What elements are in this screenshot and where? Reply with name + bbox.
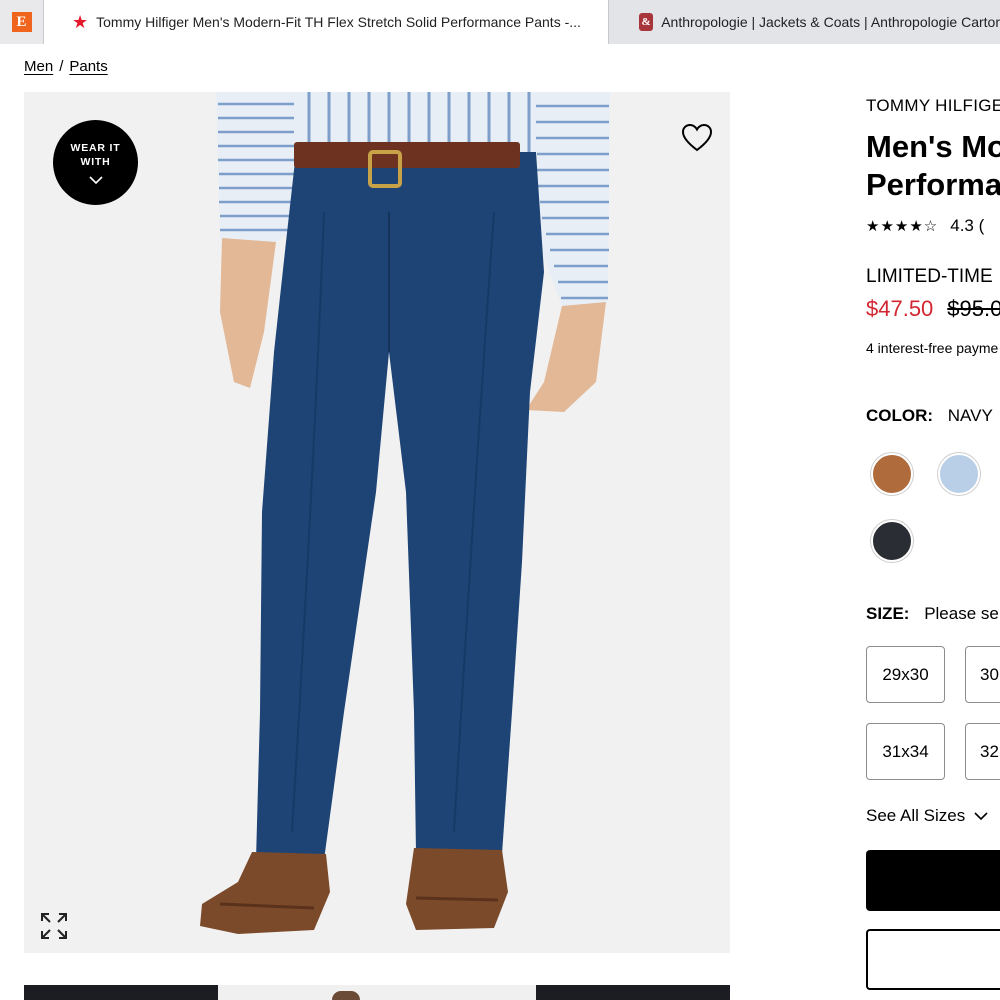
tab-macys-product[interactable]: ★ Tommy Hilfiger Men's Modern-Fit TH Fle… xyxy=(44,0,609,44)
size-prompt: Please sel xyxy=(924,604,1000,623)
size-selector-label: SIZE: Please sel xyxy=(866,604,1000,624)
color-label: COLOR: xyxy=(866,406,934,425)
expand-icon[interactable] xyxy=(40,912,68,940)
product-image[interactable]: WEAR IT WITH xyxy=(24,92,730,953)
macys-star-icon: ★ xyxy=(72,12,89,32)
anthropologie-icon: & xyxy=(639,13,654,31)
wear-it-with-button[interactable]: WEAR IT WITH xyxy=(53,120,138,205)
thumbnail[interactable] xyxy=(218,985,536,1000)
color-swatch-brown[interactable] xyxy=(871,453,913,495)
tab-title: Tommy Hilfiger Men's Modern-Fit TH Flex … xyxy=(96,14,581,30)
color-value: NAVY xyxy=(947,406,993,425)
see-all-sizes-label: See All Sizes xyxy=(866,806,966,825)
breadcrumb-link-men[interactable]: Men xyxy=(24,58,53,75)
add-to-bag-button[interactable] xyxy=(866,850,1000,911)
star-rating-icon: ★★★★☆ xyxy=(866,218,939,235)
breadcrumb: Men / Pants xyxy=(24,58,108,75)
original-price: $95.0 xyxy=(947,296,1000,321)
size-option-32[interactable]: 32 xyxy=(965,723,1000,780)
thumbnail[interactable] xyxy=(536,985,730,1000)
thumbnail[interactable] xyxy=(24,985,218,1000)
etsy-icon: E xyxy=(11,12,32,32)
chevron-down-icon xyxy=(88,175,103,184)
product-title-line1: Men's Mo xyxy=(866,129,1000,164)
thumbnail-strip xyxy=(24,985,730,1000)
size-option-29x30[interactable]: 29x30 xyxy=(866,646,945,703)
rating-text: 4.3 ( xyxy=(950,216,985,235)
product-title-line2: Performa xyxy=(866,167,1000,202)
tab-anthropologie[interactable]: & Anthropologie | Jackets & Coats | Anth… xyxy=(609,0,1000,44)
wear-it-line1: WEAR IT xyxy=(70,141,121,154)
add-to-list-button[interactable] xyxy=(866,929,1000,990)
breadcrumb-link-pants[interactable]: Pants xyxy=(69,58,107,75)
see-all-sizes-link[interactable]: See All Sizes xyxy=(866,806,989,826)
color-swatch-charcoal[interactable] xyxy=(871,520,913,562)
product-title: Men's Mo Performa xyxy=(866,128,1000,204)
price-block: $47.50 $95.0 xyxy=(866,296,1000,322)
product-rating[interactable]: ★★★★☆ 4.3 ( xyxy=(866,216,984,236)
chevron-down-icon xyxy=(974,812,988,821)
heart-icon[interactable] xyxy=(681,123,713,153)
breadcrumb-separator: / xyxy=(59,58,64,75)
wear-it-line2: WITH xyxy=(80,155,111,168)
promo-label: LIMITED-TIME xyxy=(866,266,993,287)
size-option-31x34[interactable]: 31x34 xyxy=(866,723,945,780)
installments-text[interactable]: 4 interest-free payme xyxy=(866,340,998,356)
product-brand[interactable]: TOMMY HILFIGE xyxy=(866,96,1000,116)
tab-title: Anthropologie | Jackets & Coats | Anthro… xyxy=(661,14,1000,30)
pants-illustration xyxy=(200,92,610,934)
color-selector-label: COLOR: NAVY xyxy=(866,406,993,426)
color-swatch-light-blue[interactable] xyxy=(938,453,980,495)
size-label: SIZE: xyxy=(866,604,910,623)
tab-etsy[interactable]: E xyxy=(0,0,44,44)
browser-tab-strip: E ★ Tommy Hilfiger Men's Modern-Fit TH F… xyxy=(0,0,1000,44)
size-option-30[interactable]: 30 xyxy=(965,646,1000,703)
sale-price: $47.50 xyxy=(866,296,934,321)
